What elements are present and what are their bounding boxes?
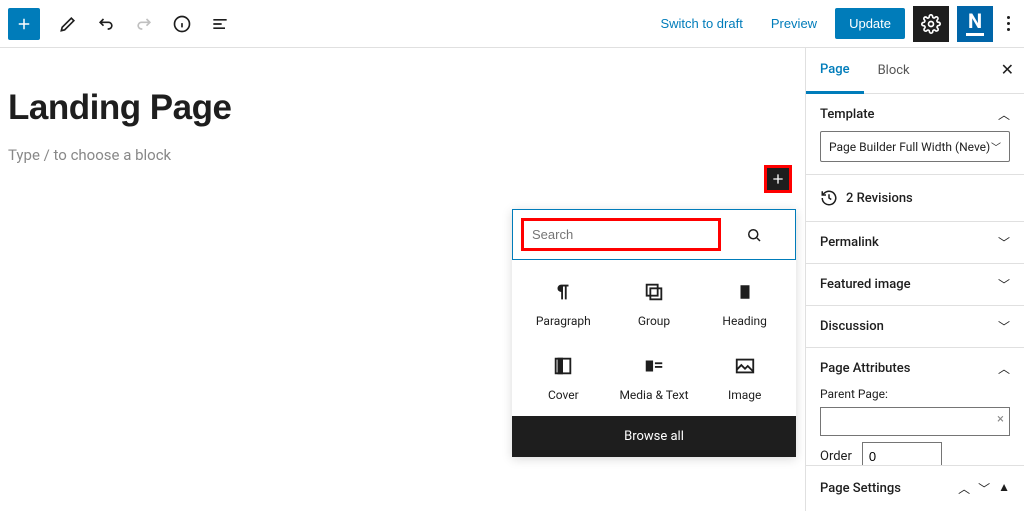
panel-page-attributes-header[interactable]: Page Attributes ︿ — [820, 360, 1010, 377]
chevron-up-icon: ︿ — [998, 106, 1010, 123]
revisions-link[interactable]: 2 Revisions — [806, 175, 1024, 222]
panel-title: Featured image — [820, 277, 911, 292]
block-heading[interactable]: Heading — [699, 278, 790, 330]
info-icon — [172, 14, 192, 34]
media-text-icon — [642, 354, 666, 378]
block-image[interactable]: Image — [699, 352, 790, 404]
block-label: Cover — [548, 388, 579, 402]
image-icon — [733, 354, 757, 378]
panel-title: Template — [820, 107, 875, 122]
page-settings-bar[interactable]: Page Settings ︿ ﹀ ▲ — [806, 465, 1024, 511]
chevron-down-icon: ﹀ — [998, 276, 1010, 293]
block-cover[interactable]: Cover — [518, 352, 609, 404]
next-button[interactable]: ﹀ — [978, 480, 990, 497]
settings-button[interactable] — [913, 6, 949, 42]
order-label: Order — [820, 449, 852, 464]
tab-block[interactable]: Block — [864, 49, 924, 92]
template-value: Page Builder Full Width (Neve) — [829, 140, 990, 154]
preview-button[interactable]: Preview — [761, 10, 827, 37]
inline-add-block-button[interactable] — [764, 165, 792, 193]
revisions-label: 2 Revisions — [846, 191, 913, 206]
panel-title: Page Attributes — [820, 361, 910, 376]
clear-input-button[interactable]: × — [997, 412, 1004, 427]
redo-button[interactable] — [126, 6, 162, 42]
page-settings-label: Page Settings — [820, 481, 901, 496]
chevron-down-icon: ﹀ — [998, 318, 1010, 335]
block-inserter: Paragraph Group Heading Cover Media & Te… — [512, 209, 796, 457]
collapse-button[interactable]: ▲ — [998, 480, 1010, 497]
inserter-search-row — [512, 209, 796, 260]
tab-page[interactable]: Page — [806, 48, 864, 94]
toolbar-left — [8, 6, 238, 42]
parent-page-input[interactable] — [820, 407, 1010, 436]
redo-icon — [134, 14, 154, 34]
update-button[interactable]: Update — [835, 8, 905, 39]
settings-sidebar: Page Block ✕ Template ︿ Page Builder Ful… — [805, 48, 1024, 511]
parent-page-input-wrap: × — [820, 407, 1010, 436]
panel-permalink: Permalink ﹀ — [806, 222, 1024, 264]
pencil-icon — [58, 14, 78, 34]
inserter-search-button[interactable] — [721, 218, 787, 251]
history-icon — [820, 189, 838, 207]
panel-discussion-header[interactable]: Discussion ﹀ — [820, 318, 1010, 335]
chevron-down-icon: ﹀ — [998, 234, 1010, 251]
parent-page-label: Parent Page: — [820, 387, 1010, 401]
block-paragraph[interactable]: Paragraph — [518, 278, 609, 330]
panel-template-header[interactable]: Template ︿ — [820, 106, 1010, 123]
toolbar-right: Switch to draft Preview Update N — [650, 6, 1016, 42]
block-group[interactable]: Group — [609, 278, 700, 330]
cover-icon — [551, 354, 575, 378]
block-media-text[interactable]: Media & Text — [609, 352, 700, 404]
panel-template: Template ︿ Page Builder Full Width (Neve… — [806, 94, 1024, 175]
block-placeholder[interactable]: Type / to choose a block — [8, 146, 800, 164]
page-settings-nav: ︿ ﹀ ▲ — [958, 480, 1010, 497]
theme-button[interactable]: N — [957, 6, 993, 42]
block-label: Group — [638, 314, 670, 328]
panel-page-attributes: Page Attributes ︿ Parent Page: × Order — [806, 348, 1024, 465]
edit-mode-button[interactable] — [50, 6, 86, 42]
panel-permalink-header[interactable]: Permalink ﹀ — [820, 234, 1010, 251]
close-sidebar-button[interactable]: ✕ — [1001, 60, 1014, 79]
plus-icon — [770, 171, 786, 187]
editor-canvas[interactable]: Landing Page Type / to choose a block — [0, 48, 800, 164]
template-select[interactable]: Page Builder Full Width (Neve) ﹀ — [820, 131, 1010, 162]
undo-icon — [96, 14, 116, 34]
order-row: Order — [820, 442, 1010, 465]
list-view-icon — [210, 14, 230, 34]
block-label: Image — [728, 388, 761, 402]
panel-title: Permalink — [820, 235, 879, 250]
undo-button[interactable] — [88, 6, 124, 42]
prev-button[interactable]: ︿ — [958, 480, 970, 497]
heading-icon — [733, 280, 757, 304]
chevron-down-icon: ﹀ — [991, 139, 1001, 154]
block-label: Paragraph — [536, 314, 591, 328]
panel-discussion: Discussion ﹀ — [806, 306, 1024, 348]
group-icon — [642, 280, 666, 304]
order-input[interactable] — [862, 442, 942, 465]
block-label: Media & Text — [619, 388, 688, 402]
search-icon — [745, 226, 763, 244]
theme-letter: N — [966, 11, 984, 36]
outline-button[interactable] — [202, 6, 238, 42]
top-toolbar: Switch to draft Preview Update N — [0, 0, 1024, 48]
inserter-search-input[interactable] — [521, 218, 721, 251]
page-title[interactable]: Landing Page — [8, 88, 800, 128]
switch-to-draft-button[interactable]: Switch to draft — [650, 10, 752, 37]
paragraph-icon — [551, 280, 575, 304]
more-options-button[interactable] — [1001, 16, 1016, 31]
add-block-button[interactable] — [8, 8, 40, 40]
gear-icon — [921, 14, 941, 34]
browse-all-button[interactable]: Browse all — [512, 416, 796, 457]
plus-icon — [15, 15, 33, 33]
sidebar-tabs: Page Block ✕ — [806, 48, 1024, 94]
info-button[interactable] — [164, 6, 200, 42]
sidebar-body: Template ︿ Page Builder Full Width (Neve… — [806, 94, 1024, 465]
panel-featured-image: Featured image ﹀ — [806, 264, 1024, 306]
panel-featured-image-header[interactable]: Featured image ﹀ — [820, 276, 1010, 293]
chevron-up-icon: ︿ — [998, 360, 1010, 377]
panel-title: Discussion — [820, 319, 884, 334]
block-label: Heading — [722, 314, 767, 328]
inserter-grid: Paragraph Group Heading Cover Media & Te… — [512, 260, 796, 416]
